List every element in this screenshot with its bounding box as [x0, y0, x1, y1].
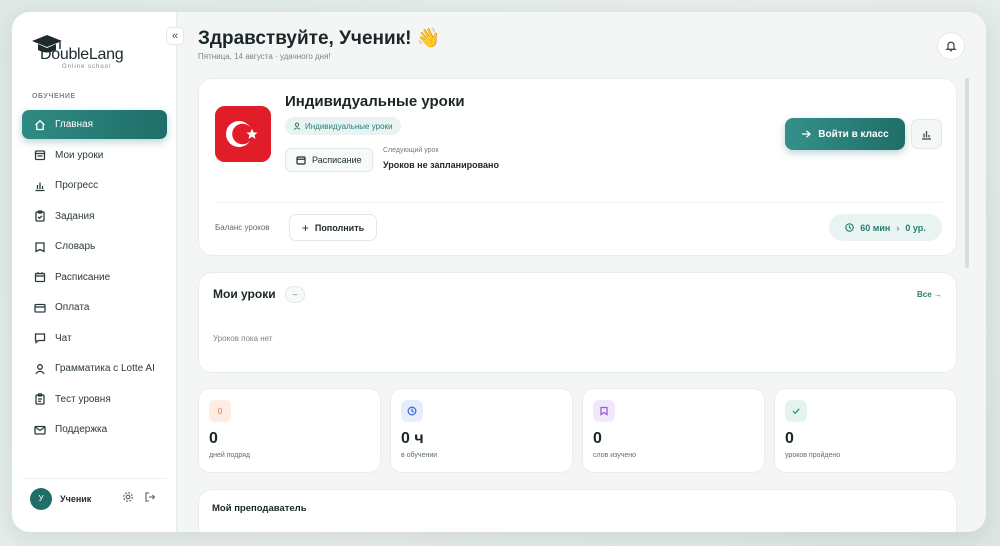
course-stats-button[interactable] — [911, 119, 942, 149]
empty-state-text: Уроков пока нет — [213, 334, 273, 343]
divider — [215, 202, 942, 203]
next-lesson-label: Следующий урок — [383, 147, 439, 154]
app-window: DoubleLang Online school ОБУЧЕНИЕ Главна… — [12, 12, 986, 532]
book-icon — [34, 149, 46, 161]
course-type-badge: Индивидуальные уроки — [285, 117, 401, 135]
calendar-icon — [296, 156, 306, 165]
chart-icon — [34, 180, 46, 192]
card-icon — [34, 302, 46, 314]
sidebar-item-label: Поддержка — [55, 424, 108, 435]
calendar-icon — [34, 271, 46, 283]
settings-icon[interactable] — [122, 490, 134, 508]
clock-icon — [845, 223, 855, 232]
sidebar-item-assignments[interactable]: Задания — [22, 202, 167, 231]
user-ai-icon — [34, 363, 46, 375]
stat-card-lessons-done: 0 уроков пройдено — [774, 388, 957, 473]
balance-lessons: 0 ур. — [905, 222, 926, 233]
stat-value: 0 — [209, 430, 218, 447]
next-lesson-value: Уроков не запланировано — [383, 160, 499, 170]
enter-class-button[interactable]: Войти в класс — [785, 118, 905, 150]
fire-icon: 0 — [209, 400, 231, 422]
logo[interactable]: DoubleLang Online school — [30, 34, 140, 70]
notifications-button[interactable] — [937, 32, 965, 60]
stat-label: уроков пройдено — [785, 452, 841, 459]
sidebar-item-my-lessons[interactable]: Мои уроки — [22, 141, 167, 170]
course-card: Индивидуальные уроки Индивидуальные урок… — [198, 78, 957, 256]
section-title: Мой преподаватель — [212, 503, 307, 514]
section-title: Мои уроки — [213, 287, 276, 301]
sidebar-item-payment[interactable]: Оплата — [22, 293, 167, 322]
avatar[interactable]: У — [30, 487, 52, 510]
stat-card-hours: 0 ч в обучении — [390, 388, 573, 473]
chevron-right-icon: › — [896, 222, 900, 233]
sidebar-item-label: Главная — [55, 119, 94, 130]
turkey-flag-icon — [215, 106, 271, 162]
user-name: Ученик — [60, 493, 92, 504]
sidebar: DoubleLang Online school ОБУЧЕНИЕ Главна… — [12, 12, 177, 532]
teacher-card: Мой преподаватель — [198, 489, 957, 532]
stat-value: 0 — [785, 430, 794, 447]
bar-chart-icon — [922, 130, 931, 140]
sidebar-item-progress[interactable]: Прогресс — [22, 171, 167, 200]
sidebar-item-schedule[interactable]: Расписание — [22, 263, 167, 292]
stat-value: 0 — [593, 430, 602, 447]
sidebar-item-label: Грамматика с Lotte AI — [55, 363, 155, 374]
stat-label: дней подряд — [209, 452, 251, 459]
sidebar-item-label: Оплата — [55, 302, 90, 313]
sidebar-item-home[interactable]: Главная — [22, 110, 167, 139]
dictionary-icon — [34, 241, 46, 253]
bell-icon — [945, 41, 957, 52]
sidebar-item-label: Расписание — [55, 271, 111, 283]
bookmark-icon — [593, 400, 615, 422]
stat-value: 0 ч — [401, 430, 424, 447]
stat-label: в обучении — [401, 452, 438, 459]
sidebar-item-grammar-ai[interactable]: Грамматика с Lotte AI — [22, 354, 167, 383]
view-all-link[interactable]: Все → — [917, 290, 942, 299]
page-title: Здравствуйте, Ученик! 👋 — [198, 28, 441, 49]
sidebar-section-label: ОБУЧЕНИЕ — [32, 93, 76, 100]
arrow-right-icon — [802, 130, 812, 138]
sidebar-item-support[interactable]: Поддержка — [22, 415, 167, 444]
home-icon — [34, 119, 46, 131]
collapse-sidebar-button[interactable]: « — [166, 27, 184, 45]
course-title: Индивидуальные уроки — [285, 93, 465, 110]
schedule-button[interactable]: Расписание — [285, 148, 373, 172]
scrollbar[interactable] — [965, 78, 969, 268]
stat-label: слов изучено — [593, 452, 637, 459]
check-icon — [785, 400, 807, 422]
balance-label: Баланс уроков — [215, 223, 270, 232]
logo-text: DoubleLang — [40, 46, 124, 63]
sidebar-item-label: Прогресс — [55, 180, 99, 191]
my-lessons-card: Мои уроки – Все → Уроков пока нет — [198, 272, 957, 373]
balance-minutes: 60 мин — [860, 222, 891, 233]
chat-icon — [34, 332, 46, 344]
sidebar-item-label: Словарь — [55, 241, 96, 252]
main-content: Здравствуйте, Ученик! 👋 Пятница, 14 авгу… — [177, 12, 986, 532]
sidebar-item-label: Чат — [55, 332, 72, 344]
sidebar-user: У Ученик — [22, 478, 167, 518]
logo-subtitle: Online school — [62, 64, 112, 70]
test-icon — [34, 393, 46, 405]
stat-card-streak: 0 0 дней подряд — [198, 388, 381, 473]
clock-icon — [401, 400, 423, 422]
sidebar-item-level-test[interactable]: Тест уровня — [22, 385, 167, 414]
sidebar-item-label: Мои уроки — [55, 149, 104, 161]
plus-icon: + — [301, 220, 309, 235]
top-up-button[interactable]: + Пополнить — [289, 214, 377, 241]
logout-icon[interactable] — [144, 490, 156, 508]
page-subtitle: Пятница, 14 августа · удачного дня! — [198, 52, 331, 61]
mail-icon — [34, 424, 46, 436]
sidebar-item-chat[interactable]: Чат — [22, 324, 167, 353]
sidebar-item-label: Задания — [55, 210, 95, 222]
stat-card-words: 0 слов изучено — [582, 388, 765, 473]
user-icon — [293, 122, 301, 130]
lessons-count-badge: – — [285, 286, 305, 303]
balance-badge: 60 мин › 0 ур. — [829, 214, 942, 241]
sidebar-item-label: Тест уровня — [55, 393, 111, 405]
sidebar-item-dictionary[interactable]: Словарь — [22, 232, 167, 261]
clipboard-icon — [34, 210, 46, 222]
sidebar-nav: Главная Мои уроки Прогресс Задания Слова… — [22, 110, 167, 446]
